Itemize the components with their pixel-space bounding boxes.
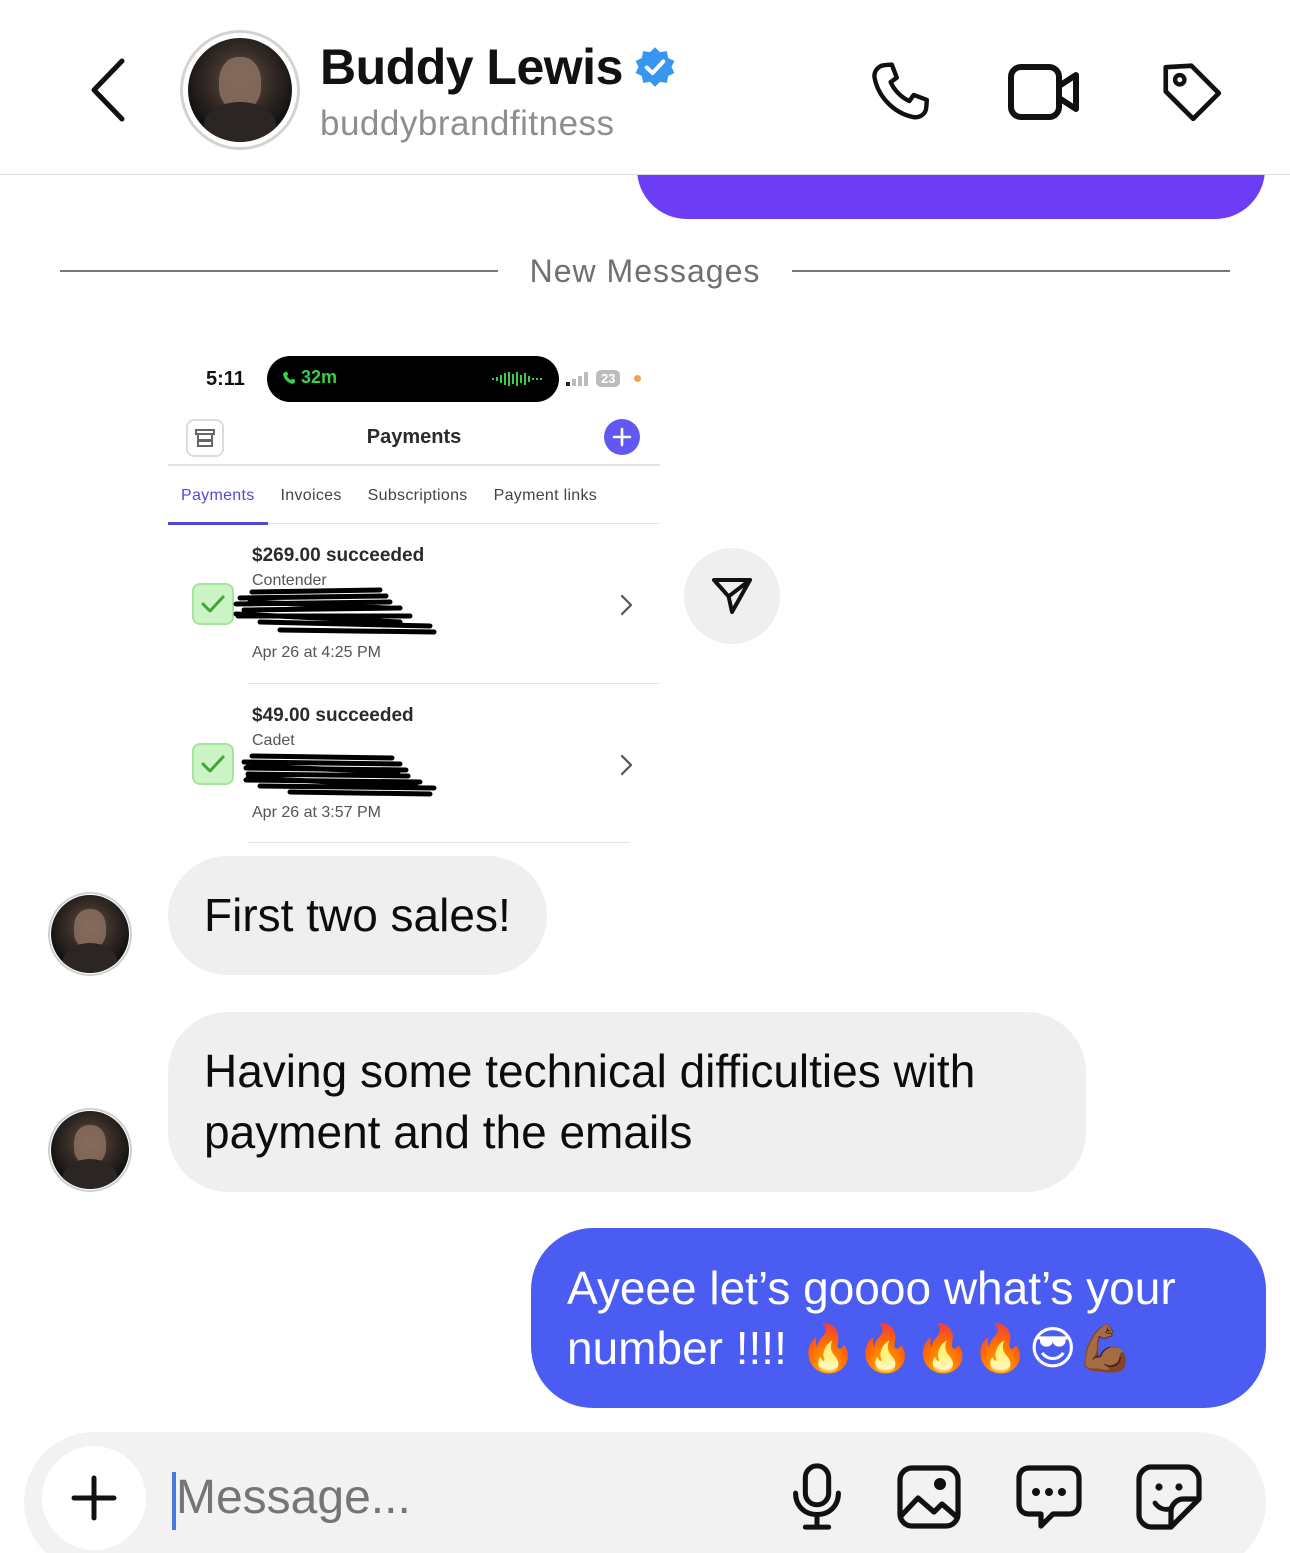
- incoming-message-bubble[interactable]: Having some technical difficulties with …: [168, 1012, 1086, 1192]
- tag-icon: [1163, 63, 1222, 122]
- call-indicator: 32m: [281, 367, 337, 388]
- payment-row[interactable]: $49.00 succeeded Cadet Apr 26 at 3:57 PM: [168, 686, 660, 844]
- avatar-image: [51, 1111, 129, 1189]
- verified-badge-icon: [635, 47, 675, 87]
- plus-icon: [612, 427, 632, 447]
- payment-amount-status: $49.00 succeeded: [252, 705, 414, 726]
- message-text: First two sales!: [204, 889, 511, 941]
- add-attachment-button[interactable]: [42, 1446, 146, 1550]
- tab-invoices[interactable]: Invoices: [281, 468, 342, 524]
- chevron-right-icon: [620, 594, 633, 616]
- shared-screenshot-attachment[interactable]: 5:11 32m 23 Payments Payments Invoices S…: [168, 350, 660, 845]
- voice-message-button[interactable]: [782, 1462, 852, 1532]
- message-input[interactable]: [176, 1470, 736, 1525]
- avatar-image: [51, 895, 129, 973]
- chevron-left-icon: [91, 58, 125, 122]
- message-text: Having some technical difficulties with …: [204, 1045, 976, 1158]
- send-icon: [712, 578, 752, 614]
- redaction-scribble: [233, 587, 437, 635]
- new-messages-divider: New Messages: [60, 248, 1230, 294]
- status-time: 5:11: [206, 368, 245, 390]
- tab-payments[interactable]: Payments: [168, 468, 268, 525]
- signal-icon: [566, 371, 588, 386]
- gallery-button[interactable]: [894, 1462, 964, 1532]
- phone-icon: [872, 62, 930, 120]
- video-call-button[interactable]: [1003, 50, 1087, 134]
- payment-row[interactable]: $269.00 succeeded Contender Apr 26 at 4:…: [168, 526, 660, 684]
- divider-line-right: [792, 270, 1230, 272]
- tab-subscriptions[interactable]: Subscriptions: [368, 468, 468, 524]
- sticker-icon: [1136, 1464, 1202, 1530]
- payments-title: Payments: [366, 426, 462, 448]
- message-composer: [24, 1432, 1266, 1553]
- payment-amount-status: $269.00 succeeded: [252, 545, 425, 566]
- share-button[interactable]: [684, 548, 780, 644]
- payments-tabs: Payments Invoices Subscriptions Payment …: [168, 468, 660, 525]
- quick-replies-button[interactable]: [1014, 1462, 1084, 1532]
- succeeded-check-icon: [192, 583, 234, 625]
- new-messages-label: New Messages: [529, 252, 761, 289]
- payment-date: Apr 26 at 4:25 PM: [252, 644, 381, 661]
- incoming-message-bubble[interactable]: First two sales!: [168, 856, 547, 975]
- contact-name-text: Buddy Lewis: [320, 39, 623, 95]
- outgoing-message-bubble[interactable]: Ayeee let’s goooo what’s your number !!!…: [531, 1228, 1266, 1408]
- image-icon: [897, 1465, 961, 1529]
- chat-bubble-icon: [1016, 1465, 1082, 1529]
- redaction-scribble: [241, 753, 437, 797]
- dynamic-island: 32m: [267, 356, 559, 402]
- microphone-icon: [793, 1463, 841, 1530]
- status-icons: 23: [566, 370, 642, 387]
- contact-username[interactable]: buddybrandfitness: [320, 104, 615, 144]
- contact-name[interactable]: Buddy Lewis: [320, 38, 677, 96]
- row-separator: [248, 683, 660, 684]
- tag-button[interactable]: [1150, 50, 1234, 134]
- avatar-image: [188, 38, 292, 142]
- message-text: Ayeee let’s goooo what’s your number !!!…: [567, 1262, 1176, 1374]
- header-avatar[interactable]: [180, 30, 300, 150]
- sender-avatar[interactable]: [48, 892, 132, 976]
- succeeded-check-icon: [192, 743, 234, 785]
- add-payment-button[interactable]: [604, 419, 640, 455]
- row-separator: [248, 842, 630, 843]
- audio-wave-icon: [492, 372, 542, 386]
- back-button[interactable]: [78, 50, 138, 130]
- divider-line-left: [60, 270, 498, 272]
- chevron-right-icon: [620, 754, 633, 776]
- privacy-dot: [634, 375, 642, 382]
- payment-date: Apr 26 at 3:57 PM: [252, 804, 381, 821]
- voice-call-button[interactable]: [858, 50, 942, 134]
- sender-avatar[interactable]: [48, 1108, 132, 1192]
- battery-indicator: 23: [596, 370, 621, 387]
- video-camera-icon: [1008, 64, 1079, 120]
- phone-icon: [283, 371, 296, 384]
- plus-icon: [71, 1475, 117, 1521]
- payment-plan: Cadet: [252, 732, 295, 749]
- payments-app-bar: Payments: [168, 416, 660, 466]
- call-duration: 32m: [301, 367, 338, 387]
- sticker-button[interactable]: [1134, 1462, 1204, 1532]
- tab-payment-links[interactable]: Payment links: [494, 468, 598, 524]
- chat-header: Buddy Lewis buddybrandfitness: [0, 0, 1290, 175]
